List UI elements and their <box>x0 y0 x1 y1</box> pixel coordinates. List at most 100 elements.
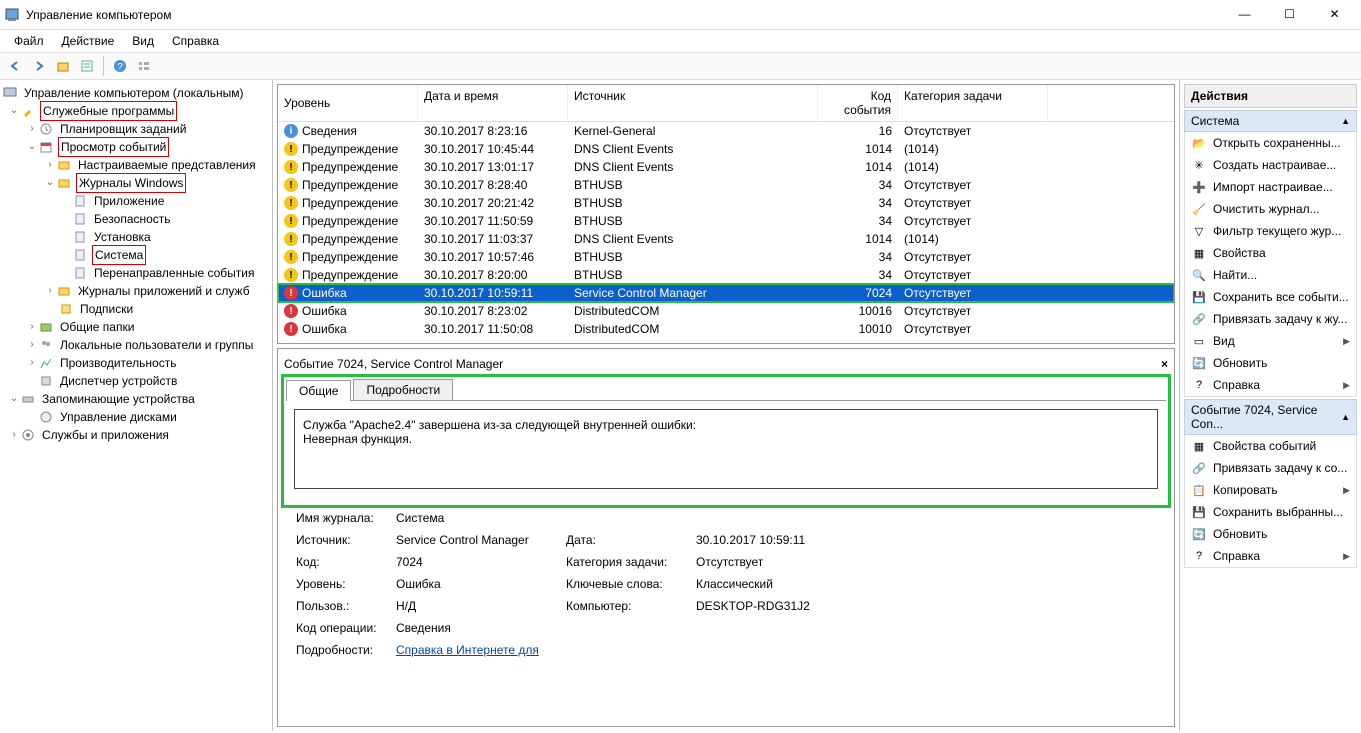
action-item[interactable]: ▭Вид▶ <box>1185 330 1356 352</box>
detail-help-link[interactable]: Справка в Интернете для <box>396 643 539 657</box>
action-item[interactable]: 🔗Привязать задачу к со... <box>1185 457 1356 479</box>
storage-icon <box>20 391 36 407</box>
tree-pane[interactable]: Управление компьютером (локальным) ⌄ Слу… <box>0 80 273 731</box>
tree-system[interactable]: Система <box>0 246 272 264</box>
event-list[interactable]: Уровень Дата и время Источник Код событи… <box>277 84 1175 344</box>
expand-icon[interactable]: › <box>44 282 56 300</box>
expand-icon[interactable]: ⌄ <box>44 174 56 192</box>
menu-file[interactable]: Файл <box>6 32 52 50</box>
event-row[interactable]: !Предупреждение30.10.2017 8:28:40BTHUSB3… <box>278 176 1174 194</box>
action-item[interactable]: 🔄Обновить <box>1185 523 1356 545</box>
col-event-id[interactable]: Код события <box>818 85 898 121</box>
action-item[interactable]: 📂Открыть сохраненны... <box>1185 132 1356 154</box>
expand-icon[interactable]: ⌄ <box>8 102 20 120</box>
event-row[interactable]: !Ошибка30.10.2017 11:50:08DistributedCOM… <box>278 320 1174 338</box>
tab-details[interactable]: Подробности <box>353 379 453 400</box>
actions-section-event[interactable]: Событие 7024, Service Con...▲ <box>1184 399 1357 435</box>
log-icon <box>72 247 88 263</box>
help-button[interactable]: ? <box>109 55 131 77</box>
expand-icon[interactable]: › <box>26 318 38 336</box>
col-source[interactable]: Источник <box>568 85 818 121</box>
level-warn-icon: ! <box>284 160 298 174</box>
maximize-button[interactable]: ☐ <box>1267 0 1312 29</box>
expand-icon[interactable]: › <box>26 336 38 354</box>
action-item[interactable]: 💾Сохранить все событи... <box>1185 286 1356 308</box>
services-icon <box>20 427 36 443</box>
expand-icon[interactable]: › <box>8 426 20 444</box>
level-warn-icon: ! <box>284 178 298 192</box>
action-item[interactable]: 🔗Привязать задачу к жу... <box>1185 308 1356 330</box>
event-row[interactable]: !Предупреждение30.10.2017 11:03:37DNS Cl… <box>278 230 1174 248</box>
action-item[interactable]: 🔍Найти... <box>1185 264 1356 286</box>
action-item[interactable]: ▽Фильтр текущего жур... <box>1185 220 1356 242</box>
expand-icon[interactable]: ⌄ <box>26 138 38 156</box>
forward-button[interactable] <box>28 55 50 77</box>
log-icon <box>72 211 88 227</box>
event-row[interactable]: !Предупреждение30.10.2017 13:01:17DNS Cl… <box>278 158 1174 176</box>
col-datetime[interactable]: Дата и время <box>418 85 568 121</box>
tree-subscriptions[interactable]: Подписки <box>0 300 272 318</box>
action-item[interactable]: ▦Свойства событий <box>1185 435 1356 457</box>
tools-icon <box>20 103 36 119</box>
event-row[interactable]: !Предупреждение30.10.2017 10:57:46BTHUSB… <box>278 248 1174 266</box>
tree-windows-logs[interactable]: ⌄ Журналы Windows <box>0 174 272 192</box>
event-list-header[interactable]: Уровень Дата и время Источник Код событи… <box>278 85 1174 122</box>
action-item[interactable]: 📋Копировать▶ <box>1185 479 1356 501</box>
tree-forwarded[interactable]: Перенаправленные события <box>0 264 272 282</box>
event-row[interactable]: iСведения30.10.2017 8:23:16Kernel-Genera… <box>278 122 1174 140</box>
tree-root[interactable]: Управление компьютером (локальным) <box>0 84 272 102</box>
tree-services-apps[interactable]: › Службы и приложения <box>0 426 272 444</box>
tree-local-users[interactable]: › Локальные пользователи и группы <box>0 336 272 354</box>
list-button[interactable] <box>133 55 155 77</box>
tree-system-tools[interactable]: ⌄ Служебные программы <box>0 102 272 120</box>
tree-application[interactable]: Приложение <box>0 192 272 210</box>
actions-section-system[interactable]: Система▲ <box>1184 110 1357 132</box>
tree-app-logs[interactable]: › Журналы приложений и служб <box>0 282 272 300</box>
action-item[interactable]: ?Справка▶ <box>1185 545 1356 567</box>
tree-storage[interactable]: ⌄ Запоминающие устройства <box>0 390 272 408</box>
action-item[interactable]: 🧹Очистить журнал... <box>1185 198 1356 220</box>
expand-icon[interactable]: › <box>44 156 56 174</box>
expand-icon[interactable]: › <box>26 354 38 372</box>
close-button[interactable]: ✕ <box>1312 0 1357 29</box>
col-level[interactable]: Уровень <box>278 85 418 121</box>
event-row[interactable]: !Предупреждение30.10.2017 11:50:59BTHUSB… <box>278 212 1174 230</box>
tree-event-viewer[interactable]: ⌄ Просмотр событий <box>0 138 272 156</box>
back-button[interactable] <box>4 55 26 77</box>
detail-close-button[interactable]: × <box>1161 357 1168 371</box>
event-row[interactable]: !Ошибка30.10.2017 8:23:02DistributedCOM1… <box>278 302 1174 320</box>
tree-setup[interactable]: Установка <box>0 228 272 246</box>
tree-task-scheduler[interactable]: › Планировщик заданий <box>0 120 272 138</box>
minimize-button[interactable]: — <box>1222 0 1267 29</box>
event-row[interactable]: !Предупреждение30.10.2017 20:21:42BTHUSB… <box>278 194 1174 212</box>
tree-custom-views[interactable]: › Настраиваемые представления <box>0 156 272 174</box>
details-button[interactable] <box>76 55 98 77</box>
tree-disk-mgmt[interactable]: Управление дисками <box>0 408 272 426</box>
tree-performance[interactable]: › Производительность <box>0 354 272 372</box>
performance-icon <box>38 355 54 371</box>
menu-help[interactable]: Справка <box>164 32 227 50</box>
tree-device-manager[interactable]: Диспетчер устройств <box>0 372 272 390</box>
tree-security[interactable]: Безопасность <box>0 210 272 228</box>
expand-icon[interactable]: › <box>26 120 38 138</box>
event-row[interactable]: !Предупреждение30.10.2017 8:20:00BTHUSB3… <box>278 266 1174 284</box>
event-row[interactable]: !Ошибка30.10.2017 10:59:11Service Contro… <box>278 284 1174 302</box>
action-item[interactable]: ✳Создать настраивае... <box>1185 154 1356 176</box>
action-item[interactable]: 🔄Обновить <box>1185 352 1356 374</box>
menu-view[interactable]: Вид <box>124 32 162 50</box>
action-item[interactable]: ➕Импорт настраивае... <box>1185 176 1356 198</box>
menu-action[interactable]: Действие <box>54 32 123 50</box>
actions-pane: Действия Система▲ 📂Открыть сохраненны...… <box>1180 80 1361 731</box>
up-button[interactable] <box>52 55 74 77</box>
tab-general[interactable]: Общие <box>286 380 351 401</box>
tree-shared-folders[interactable]: › Общие папки <box>0 318 272 336</box>
event-row[interactable]: !Предупреждение30.10.2017 10:45:44DNS Cl… <box>278 140 1174 158</box>
level-err-icon: ! <box>284 304 298 318</box>
action-icon: 🔍 <box>1191 267 1207 283</box>
action-item[interactable]: ?Справка▶ <box>1185 374 1356 396</box>
actions-title: Действия <box>1184 84 1357 108</box>
col-category[interactable]: Категория задачи <box>898 85 1048 121</box>
expand-icon[interactable]: ⌄ <box>8 390 20 408</box>
action-item[interactable]: 💾Сохранить выбранны... <box>1185 501 1356 523</box>
action-item[interactable]: ▦Свойства <box>1185 242 1356 264</box>
